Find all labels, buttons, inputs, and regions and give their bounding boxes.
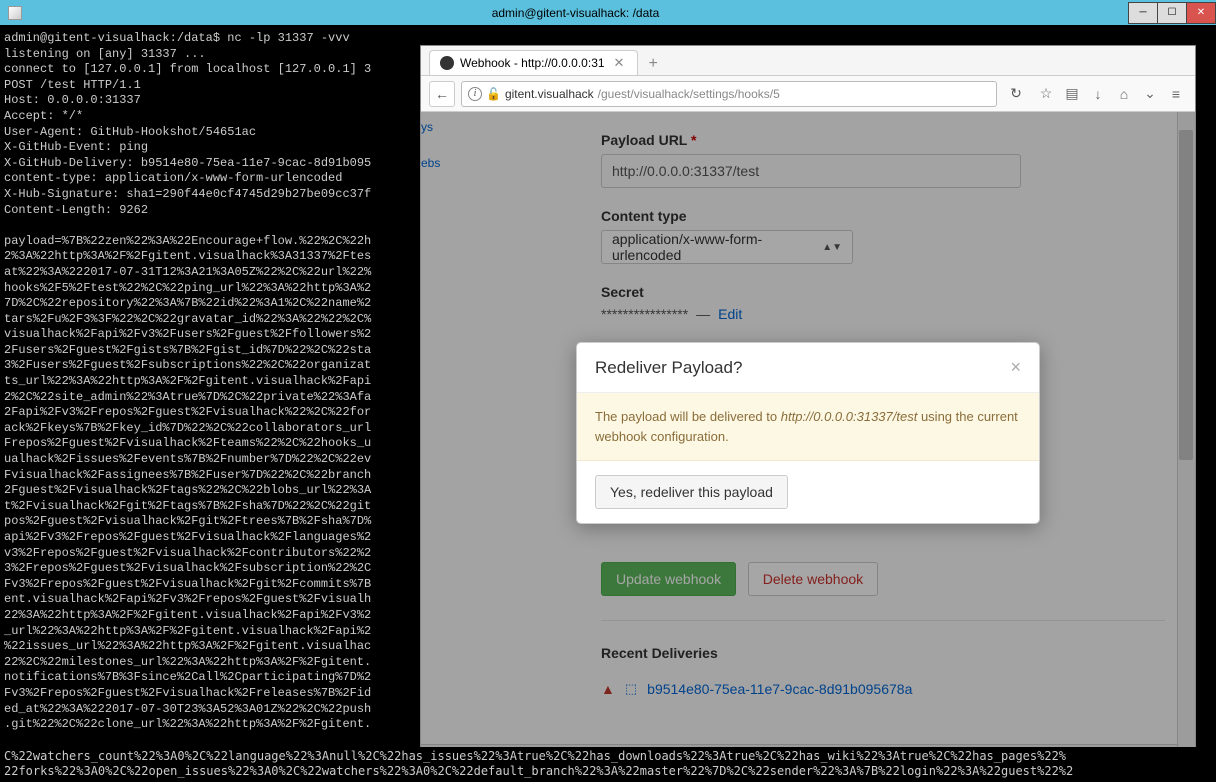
tab-title: Webhook - http://0.0.0.0:31 <box>460 56 605 70</box>
github-icon <box>440 56 454 70</box>
terminal-overflow: C%22watchers_count%22%3A0%2C%22language%… <box>0 747 1216 782</box>
minimize-button[interactable]: ─ <box>1128 2 1158 24</box>
menu-icon[interactable]: ≡ <box>1165 83 1187 105</box>
terminal[interactable]: admin@gitent-visualhack:/data$ nc -lp 31… <box>0 25 420 782</box>
modal-close-icon[interactable]: × <box>1010 357 1021 378</box>
back-button[interactable]: ← <box>429 81 455 107</box>
pocket-icon[interactable]: ⌄ <box>1139 83 1161 105</box>
sidebar-icon[interactable]: ▤ <box>1061 83 1083 105</box>
redeliver-modal: Redeliver Payload? × The payload will be… <box>576 342 1040 524</box>
reload-button[interactable]: ↻ <box>1003 81 1029 107</box>
window-titlebar: admin@gitent-visualhack: /data ─ ☐ ✕ <box>0 0 1216 25</box>
site-info-icon[interactable]: i <box>468 87 482 101</box>
downloads-icon[interactable]: ↓ <box>1087 83 1109 105</box>
new-tab-button[interactable]: + <box>638 53 667 75</box>
modal-title: Redeliver Payload? <box>595 358 742 378</box>
url-bar[interactable]: i 🔓 gitent.visualhack/guest/visualhack/s… <box>461 81 997 107</box>
bookmark-icon[interactable]: ☆ <box>1035 83 1057 105</box>
modal-overlay: Redeliver Payload? × The payload will be… <box>421 112 1195 762</box>
url-host: gitent.visualhack <box>505 87 594 101</box>
redeliver-confirm-button[interactable]: Yes, redeliver this payload <box>595 475 788 509</box>
browser-window: Webhook - http://0.0.0.0:31 ✕ + ← i 🔓 gi… <box>420 45 1196 763</box>
home-icon[interactable]: ⌂ <box>1113 83 1135 105</box>
putty-icon <box>8 6 22 20</box>
maximize-button[interactable]: ☐ <box>1157 2 1187 24</box>
lock-strike-icon: 🔓 <box>486 87 501 101</box>
close-button[interactable]: ✕ <box>1186 2 1216 24</box>
url-path: /guest/visualhack/settings/hooks/5 <box>598 87 780 101</box>
browser-tab[interactable]: Webhook - http://0.0.0.0:31 ✕ <box>429 50 638 75</box>
window-title: admin@gitent-visualhack: /data <box>22 6 1129 20</box>
tab-close-icon[interactable]: ✕ <box>611 55 628 71</box>
modal-message: The payload will be delivered to http://… <box>577 393 1039 461</box>
